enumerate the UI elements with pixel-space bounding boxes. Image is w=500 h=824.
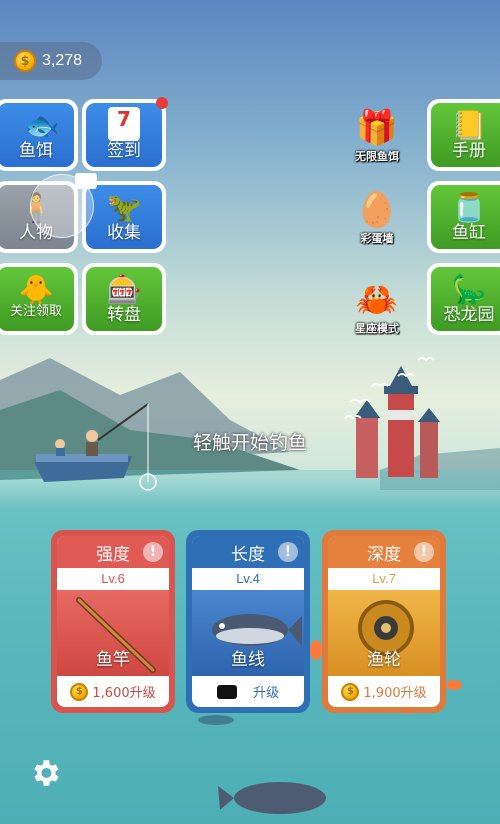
constellation-mode-label: 星座模式 xyxy=(355,322,399,335)
follow-reward-button[interactable]: 🐥 关注领取 xyxy=(0,263,78,335)
reel-label: 渔轮 xyxy=(367,650,401,670)
notification-dot xyxy=(156,97,168,109)
wheel-label: 转盘 xyxy=(107,305,141,325)
depth-cost: 1,900升级 xyxy=(363,686,427,701)
depth-header: 深度 ! xyxy=(328,536,440,568)
length-level: Lv.4 xyxy=(236,571,260,586)
game-scene[interactable]: $ 3,278 🐟 鱼饵 7 签到 🧍 人物 🦖 收集 🐥 关注领取 🎰 转盘 … xyxy=(0,0,500,824)
dinosaur-park-label: 恐龙园 xyxy=(443,305,495,325)
follow-reward-label: 关注领取 xyxy=(9,304,62,319)
rod-image: 鱼竿 xyxy=(57,590,169,676)
egg-wall-label: 彩蛋墙 xyxy=(360,232,394,245)
line-label: 鱼线 xyxy=(231,650,265,670)
strength-cost: 1,600升级 xyxy=(92,686,156,701)
info-icon[interactable]: ! xyxy=(143,542,163,562)
crab-icon: 🦀 xyxy=(355,280,399,320)
lighthouse xyxy=(354,366,440,478)
strength-upgrade-button[interactable]: $ 1,600升级 xyxy=(57,676,169,707)
bait-label: 鱼饵 xyxy=(19,141,53,161)
unlimited-bait-label: 无限鱼饵 xyxy=(355,150,399,163)
length-header: 长度 ! xyxy=(192,536,304,568)
strength-title: 强度 xyxy=(96,544,130,565)
length-cost: 升级 xyxy=(252,686,279,701)
handbook-label: 手册 xyxy=(452,141,486,161)
egg-wall-button[interactable]: 🥚 彩蛋墙 xyxy=(342,190,412,246)
info-icon[interactable]: ! xyxy=(278,542,298,562)
strength-level: Lv.6 xyxy=(101,571,125,586)
wheel-button[interactable]: 🎰 转盘 xyxy=(82,263,166,335)
collection-button[interactable]: 🦖 收集 xyxy=(82,181,166,253)
checkin-label: 签到 xyxy=(107,141,141,161)
bait-button[interactable]: 🐟 鱼饵 xyxy=(0,99,78,171)
dinosaur-park-button[interactable]: 🦕 恐龙园 xyxy=(427,263,500,335)
reel-image: 渔轮 xyxy=(328,590,440,676)
collection-label: 收集 xyxy=(107,223,141,243)
depth-title: 深度 xyxy=(367,544,401,565)
coin-icon: $ xyxy=(70,682,89,701)
strength-header: 强度 ! xyxy=(57,536,169,568)
checkin-button[interactable]: 7 签到 xyxy=(82,97,168,171)
line-image: 鱼线 xyxy=(192,590,304,676)
fishbowl-label: 鱼缸 xyxy=(452,223,486,243)
fishbowl-button[interactable]: 🫙 鱼缸 xyxy=(427,181,500,253)
coin-counter: $ 3,278 xyxy=(0,42,102,80)
treasure-chest-icon: 🎁 xyxy=(355,108,399,148)
constellation-mode-button[interactable]: 🦀 星座模式 xyxy=(342,280,412,336)
info-icon[interactable]: ! xyxy=(414,542,434,562)
depth-upgrade-button[interactable]: $ 1,900升级 xyxy=(328,676,440,707)
coin-icon: $ xyxy=(14,50,36,72)
unlimited-bait-button[interactable]: 🎁 无限鱼饵 xyxy=(342,108,412,164)
video-camera-icon xyxy=(75,173,97,189)
egg-icon: 🥚 xyxy=(355,190,399,230)
depth-card[interactable]: 深度 ! Lv.7 渔轮 $ 1,900升级 xyxy=(322,530,446,713)
video-reward-bubble[interactable] xyxy=(30,173,97,238)
coin-value: 3,278 xyxy=(42,52,83,69)
depth-level: Lv.7 xyxy=(372,571,396,586)
length-card[interactable]: 长度 ! Lv.4 鱼线 升级 xyxy=(186,530,310,713)
handbook-button[interactable]: 📒 手册 xyxy=(427,99,500,171)
rod-label: 鱼竿 xyxy=(96,650,130,670)
length-title: 长度 xyxy=(231,544,265,565)
strength-card[interactable]: 强度 ! Lv.6 鱼竿 $ 1,600升级 xyxy=(51,530,175,713)
tap-to-fish-hint: 轻触开始钓鱼 xyxy=(192,432,307,454)
gear-icon[interactable] xyxy=(28,756,62,790)
video-camera-icon xyxy=(216,684,237,699)
length-upgrade-button[interactable]: 升级 xyxy=(192,676,304,707)
coin-icon: $ xyxy=(341,682,360,701)
